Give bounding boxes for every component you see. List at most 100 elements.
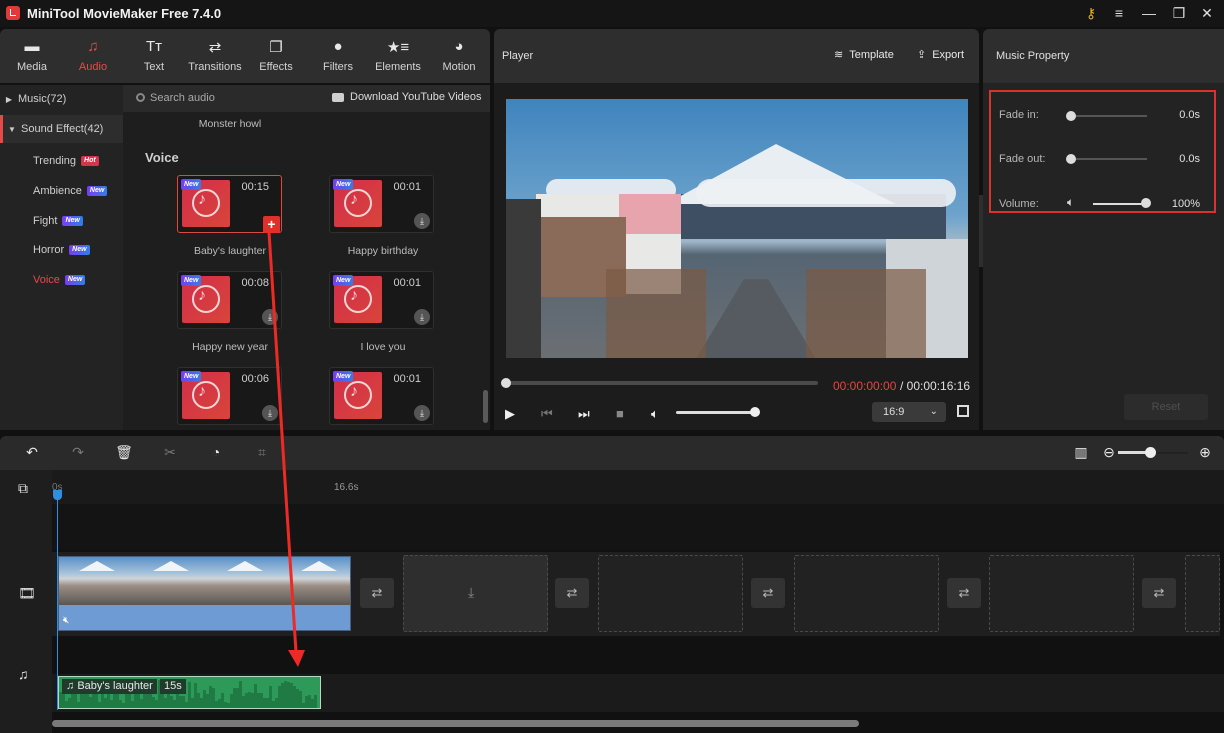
fade-in-handle[interactable] [1066, 111, 1076, 121]
previous-frame-button[interactable]: ⏮ [541, 406, 553, 422]
scissors-icon[interactable]: ✂ [160, 444, 180, 461]
sidebar-item-voice[interactable]: Voice New [0, 266, 123, 294]
fade-in-label: Fade in: [999, 109, 1039, 121]
speed-icon[interactable]: ◔ [206, 444, 226, 460]
fade-out-label: Fade out: [999, 153, 1046, 165]
volume-handle[interactable] [750, 407, 760, 417]
sidebar-item-ambience[interactable]: Ambience New [0, 177, 123, 205]
empty-clip-slot[interactable] [1185, 555, 1220, 632]
property-volume-handle[interactable] [1141, 198, 1151, 208]
chevron-down-icon: ⌄ [929, 406, 938, 417]
next-frame-button[interactable]: ⏭ [578, 406, 590, 422]
crop-icon[interactable]: ⌗ [252, 444, 272, 461]
tab-filters[interactable]: ● Filters [308, 29, 368, 83]
empty-clip-slot[interactable] [989, 555, 1134, 632]
timeline-zoom-handle[interactable] [1145, 447, 1156, 458]
mute-icon[interactable]: 🔇︎ [63, 615, 69, 626]
seek-bar[interactable] [506, 381, 818, 385]
timeline-scrollbar[interactable] [52, 720, 859, 727]
download-icon[interactable]: ⤓ [414, 405, 430, 421]
download-icon[interactable]: ⤓ [414, 213, 430, 229]
tab-elements[interactable]: ★≡ Elements [368, 29, 428, 83]
audio-item-happy-birthday[interactable]: New 00:01 ⤓ [329, 175, 434, 233]
library-scrollbar[interactable] [483, 390, 488, 423]
current-timecode: 00:00:00:00 [833, 379, 897, 393]
fade-in-slider[interactable] [1070, 115, 1147, 117]
tab-effects[interactable]: ❐ Effects [246, 29, 306, 83]
download-icon[interactable]: ⤓ [262, 309, 278, 325]
empty-clip-slot[interactable] [794, 555, 939, 632]
audio-item-happy-new-year[interactable]: New 00:08 ⤓ [177, 271, 282, 329]
minimize-icon[interactable]: — [1138, 4, 1160, 22]
volume-icon[interactable]: 🔈︎ [651, 406, 659, 422]
app-title: MiniTool MovieMaker Free 7.4.0 [27, 6, 222, 21]
fade-out-slider[interactable] [1070, 158, 1147, 160]
transition-button[interactable]: ⇄ [360, 578, 394, 608]
audio-item[interactable]: New 00:01 ⤓ [329, 367, 434, 425]
sidebar-item-trending[interactable]: Trending Hot [0, 147, 123, 175]
item-caption: Monster howl [198, 118, 262, 130]
transition-button[interactable]: ⇄ [555, 578, 589, 608]
undo-icon[interactable]: ↶ [22, 444, 42, 461]
new-tag: New [333, 275, 354, 286]
reset-button[interactable]: Reset [1124, 394, 1208, 420]
play-button[interactable]: ▶ [505, 406, 515, 422]
playhead[interactable] [53, 490, 62, 500]
fade-out-handle[interactable] [1066, 154, 1076, 164]
export-button[interactable]: ⇪ Export [917, 48, 964, 61]
volume-slider[interactable] [676, 411, 756, 414]
seek-handle[interactable] [501, 378, 511, 388]
zoom-in-icon[interactable]: ⊕ [1195, 444, 1215, 461]
fit-timeline-icon[interactable]: ▥ [1071, 444, 1091, 461]
video-clip[interactable]: 🔇︎ [58, 556, 351, 631]
restore-icon[interactable]: ❐ [1168, 4, 1190, 22]
transition-button[interactable]: ⇄ [1142, 578, 1176, 608]
video-preview[interactable] [506, 99, 968, 358]
tab-audio[interactable]: ♫ Audio [63, 29, 123, 83]
redo-icon[interactable]: ↷ [68, 444, 88, 461]
audio-clip[interactable]: ♫ Baby's laughter 15s [58, 676, 321, 709]
item-caption: I love you [360, 341, 406, 353]
timeline-ruler[interactable]: 0s 16.6s [52, 470, 1224, 504]
search-input[interactable]: Search audio [150, 92, 215, 104]
sidebar-item-horror[interactable]: Horror New [0, 236, 123, 264]
empty-clip-slot[interactable] [598, 555, 743, 632]
download-icon[interactable]: ⤓ [262, 405, 278, 421]
tab-media[interactable]: ▬ Media [2, 29, 62, 83]
template-button[interactable]: ≋ Template [834, 48, 894, 61]
add-track-icon[interactable]: ⧉ [18, 480, 28, 497]
new-tag: New [181, 179, 202, 190]
stop-button[interactable]: ■ [616, 406, 624, 421]
transition-button[interactable]: ⇄ [947, 578, 981, 608]
audio-item[interactable]: New 00:06 ⤓ [177, 367, 282, 425]
music-track-icon: ♫ [18, 666, 29, 682]
sidebar-item-fight[interactable]: Fight New [0, 207, 123, 235]
transition-button[interactable]: ⇄ [751, 578, 785, 608]
delete-icon[interactable]: 🗑︎ [114, 444, 134, 461]
aspect-ratio-select[interactable]: 16:9 ⌄ [872, 402, 946, 422]
menu-icon[interactable]: ≡ [1108, 4, 1130, 22]
close-icon[interactable]: ✕ [1196, 4, 1218, 22]
audio-item-babys-laughter[interactable]: New 00:15 + [177, 175, 282, 233]
sidebar-item-music[interactable]: ▶ Music(72) [0, 85, 123, 113]
tab-transitions[interactable]: ⇄ Transitions [185, 29, 245, 83]
fullscreen-icon[interactable] [957, 405, 969, 417]
download-icon[interactable]: ⤓ [414, 309, 430, 325]
property-header: Music Property [983, 29, 1224, 83]
empty-clip-slot[interactable]: ⤓ [403, 555, 548, 632]
star-list-icon: ★≡ [386, 39, 410, 56]
speaker-icon: 🔈︎ [1067, 195, 1075, 209]
playhead-line [57, 500, 58, 710]
item-duration: 00:01 [393, 181, 421, 193]
filter-circles-icon: ● [333, 38, 343, 55]
download-youtube-button[interactable]: Download YouTube Videos [350, 91, 482, 103]
item-duration: 00:08 [241, 277, 269, 289]
audio-library: Search audio Download YouTube Videos Mon… [123, 85, 490, 430]
key-icon[interactable]: ⚷ [1080, 4, 1102, 22]
add-to-timeline-button[interactable]: + [263, 216, 280, 233]
audio-item-i-love-you[interactable]: New 00:01 ⤓ [329, 271, 434, 329]
sidebar-item-sound-effect[interactable]: ▼ Sound Effect(42) [0, 115, 123, 143]
zoom-out-icon[interactable]: ⊖ [1099, 444, 1119, 461]
tab-motion[interactable]: ◕ Motion [429, 29, 489, 83]
tab-text[interactable]: Tт Text [124, 29, 184, 83]
